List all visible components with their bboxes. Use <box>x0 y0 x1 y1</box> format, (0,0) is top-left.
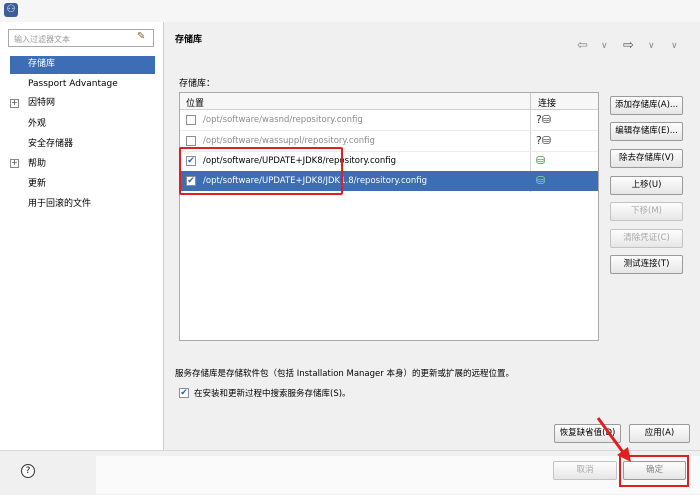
connected-icon: ⛁ <box>536 154 546 167</box>
row-checkbox[interactable] <box>186 115 196 125</box>
edit-repository-button[interactable]: 编辑存储库(E)... <box>610 122 683 141</box>
nav-item-appearance[interactable]: 外观 <box>28 116 46 133</box>
expand-icon[interactable]: + <box>10 99 19 108</box>
table-header: 位置 连接 <box>180 93 598 110</box>
nav-item-internet[interactable]: 因特网 <box>28 95 55 112</box>
search-service-repositories-label[interactable]: 在安装和更新过程中搜索服务存储库(S)。 <box>194 387 351 399</box>
annotation-arrow-icon <box>596 417 631 462</box>
nav-item-secure-storage[interactable]: 安全存储器 <box>28 136 73 153</box>
filter-input[interactable] <box>12 31 134 47</box>
repository-table[interactable]: 位置 连接 /opt/software/wasnd/repository.con… <box>179 92 599 341</box>
search-service-repositories-checkbox[interactable]: ✔ <box>179 388 189 398</box>
move-up-button[interactable]: 上移(U) <box>610 176 683 195</box>
page-title: 存储库 <box>175 35 203 45</box>
back-arrow-icon[interactable]: ⇦ <box>577 38 588 53</box>
column-divider[interactable] <box>530 93 531 109</box>
back-menu-chevron-icon[interactable]: ∨ <box>601 41 608 51</box>
view-menu-chevron-icon[interactable]: ∨ <box>671 41 678 51</box>
filter-field[interactable]: ✎ <box>8 29 154 47</box>
clear-credentials-button: 清除凭证(C) <box>610 229 683 248</box>
help-icon[interactable]: ? <box>21 464 35 478</box>
nav-item-help[interactable]: 帮助 <box>28 156 46 173</box>
forward-menu-chevron-icon[interactable]: ∨ <box>648 41 655 51</box>
forward-arrow-icon[interactable]: ⇨ <box>623 38 634 53</box>
row-checkbox[interactable] <box>186 136 196 146</box>
remove-repository-button[interactable]: 除去存储库(V) <box>610 149 683 168</box>
unknown-connection-icon: ?⛁ <box>536 113 552 126</box>
move-down-button: 下移(M) <box>610 202 683 221</box>
column-header-connection[interactable]: 连接 <box>538 96 556 109</box>
clear-filter-icon[interactable]: ✎ <box>137 31 150 45</box>
expand-icon[interactable]: + <box>10 159 19 168</box>
table-row[interactable]: /opt/software/wasnd/repository.config ?⛁ <box>180 110 598 130</box>
service-repository-description: 服务存储库是存储软件包（包括 Installation Manager 本身）的… <box>175 369 514 379</box>
nav-item-rollback-files[interactable]: 用于回滚的文件 <box>28 196 91 213</box>
apply-button[interactable]: 应用(A) <box>629 424 690 443</box>
add-repository-button[interactable]: 添加存储库(A)... <box>610 96 683 115</box>
app-icon: ⚇ <box>4 3 18 17</box>
repository-path: /opt/software/wasnd/repository.config <box>203 115 363 125</box>
column-header-location[interactable]: 位置 <box>186 96 204 109</box>
nav-item-passport-advantage[interactable]: Passport Advantage <box>28 76 118 93</box>
window-title-bar: ⚇ <box>0 0 700 23</box>
repository-path: /opt/software/wassuppl/repository.config <box>203 136 375 146</box>
connected-icon: ⛁ <box>536 174 546 187</box>
nav-item-repositories[interactable]: 存储库 <box>28 56 55 73</box>
test-connection-button[interactable]: 测试连接(T) <box>610 255 683 274</box>
unknown-connection-icon: ?⛁ <box>536 134 552 147</box>
annotation-highlight-box <box>179 147 343 195</box>
repositories-label: 存储库： <box>179 79 216 89</box>
nav-item-updates[interactable]: 更新 <box>28 176 46 193</box>
